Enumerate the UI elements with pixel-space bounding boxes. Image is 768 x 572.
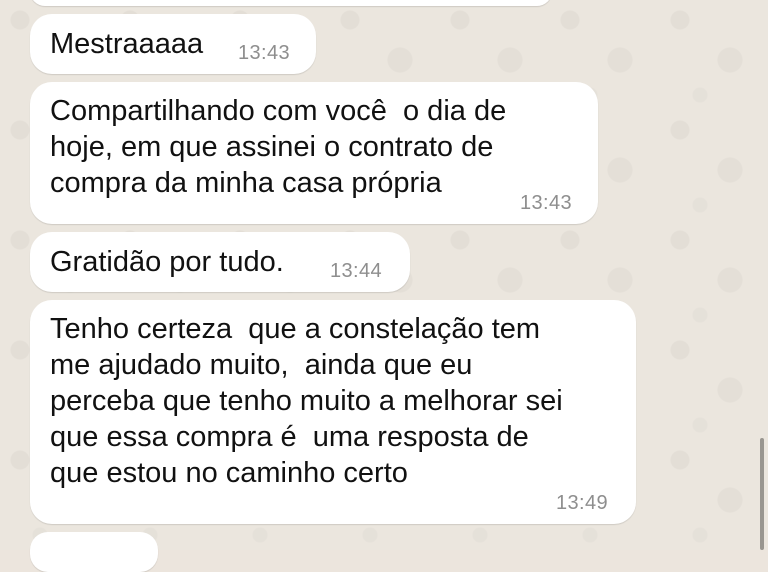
message-text: Gratidão por tudo. — [50, 246, 284, 278]
message-bubble[interactable]: Mestraaaaa 13:43 — [30, 14, 316, 74]
message-text: Tenho certeza que a constelação tem me a… — [50, 313, 563, 489]
message-text: Mestraaaaa — [50, 28, 204, 60]
previous-message-bubble[interactable] — [30, 0, 552, 6]
message-timestamp: 13:43 — [520, 192, 573, 214]
message-timestamp: 13:44 — [330, 260, 383, 282]
message-bubble[interactable]: Tenho certeza que a constelação tem me a… — [30, 300, 636, 524]
message-bubble[interactable]: Compartilhando com você o dia de hoje, e… — [30, 82, 598, 224]
message-timestamp: 13:43 — [238, 42, 291, 64]
message-text: Compartilhando com você o dia de hoje, e… — [50, 95, 507, 199]
scrollbar[interactable] — [760, 438, 764, 550]
next-message-bubble[interactable] — [30, 532, 158, 572]
message-bubble[interactable]: Gratidão por tudo. 13:44 — [30, 232, 410, 292]
message-timestamp: 13:49 — [556, 492, 609, 514]
